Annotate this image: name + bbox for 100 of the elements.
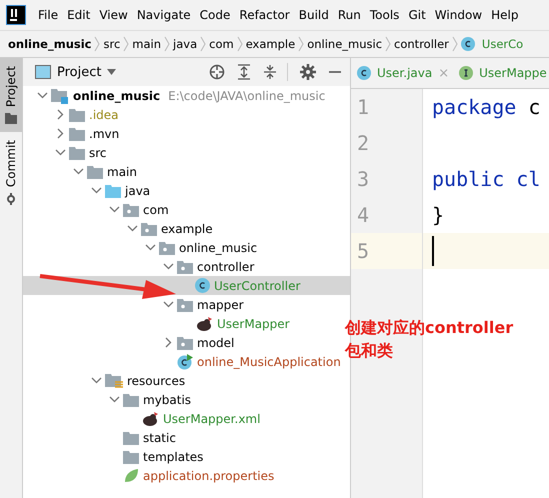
- chevron-down-icon[interactable]: [36, 92, 48, 99]
- package-icon: [177, 336, 193, 350]
- tree-item-label: mybatis: [143, 392, 192, 406]
- line-number: 2: [351, 125, 423, 161]
- tree-item-label: UserMapper: [217, 316, 290, 330]
- leaf-icon: [123, 468, 139, 484]
- side-tab[interactable]: Project: [0, 58, 22, 132]
- collapse-all-icon[interactable]: [263, 64, 277, 80]
- menu-item[interactable]: Edit: [67, 8, 90, 22]
- tree-row[interactable]: .mvn: [51, 124, 120, 143]
- breadcrumb-item[interactable]: UserCo: [482, 37, 524, 51]
- tree-row[interactable]: com: [105, 200, 169, 219]
- app-logo-icon: [7, 6, 25, 24]
- class-icon: [195, 278, 210, 293]
- chevron-down-icon[interactable]: [72, 168, 84, 175]
- menu-item[interactable]: Git: [408, 8, 426, 22]
- chevron-icon: [236, 36, 243, 52]
- chevron-down-icon[interactable]: [54, 149, 66, 156]
- breadcrumb-item[interactable]: controller: [394, 37, 449, 51]
- chevron-icon: [123, 36, 130, 52]
- expand-all-icon[interactable]: [237, 64, 251, 80]
- package-icon: [141, 222, 157, 236]
- chevron-right-icon[interactable]: [56, 128, 64, 139]
- menu-item[interactable]: Window: [434, 8, 482, 22]
- menu-item[interactable]: Run: [338, 8, 361, 22]
- tree-row[interactable]: online_music E:\code\JAVA\online_music: [33, 86, 326, 105]
- folder-icon: [105, 184, 121, 198]
- tree-item-label: controller: [197, 260, 254, 274]
- menu-item[interactable]: View: [99, 8, 128, 22]
- tree-item-label: online_music: [73, 88, 160, 102]
- chevron-down-icon[interactable]: [108, 396, 120, 403]
- folder-icon: [87, 164, 103, 178]
- tree-item-label: com: [143, 202, 169, 216]
- folder-icon: [69, 146, 85, 160]
- tree-row[interactable]: resources: [87, 371, 186, 390]
- chevron-right-icon[interactable]: [56, 109, 64, 120]
- tree-row[interactable]: UserMapper: [177, 314, 290, 333]
- chevron-down-icon[interactable]: [162, 263, 174, 270]
- breadcrumb-item[interactable]: example: [246, 37, 296, 51]
- package-icon: [177, 298, 193, 312]
- breadcrumb-item[interactable]: com: [209, 37, 234, 51]
- menu-item[interactable]: Refactor: [239, 8, 290, 22]
- tree-item-label: mapper: [197, 298, 244, 312]
- tree-item-label: .mvn: [89, 126, 120, 140]
- menu-item[interactable]: Code: [200, 8, 230, 22]
- tree-row[interactable]: mapper: [159, 295, 244, 314]
- tree-row[interactable]: templates: [105, 447, 204, 466]
- tree-row[interactable]: java: [87, 181, 150, 200]
- resources-folder-icon: [105, 372, 123, 388]
- tree-row[interactable]: example: [123, 219, 213, 238]
- package-icon: [123, 202, 139, 216]
- menu-item[interactable]: Tools: [370, 8, 400, 22]
- breadcrumb-item[interactable]: online_music: [8, 37, 92, 51]
- package-icon: [159, 240, 175, 254]
- folder-icon: [123, 392, 139, 406]
- target-icon[interactable]: [209, 64, 225, 80]
- chevron-down-icon[interactable]: [162, 301, 174, 308]
- folder-icon: [123, 430, 139, 444]
- tree-row[interactable]: UserMapper.xml: [123, 409, 260, 428]
- breadcrumb-item[interactable]: online_music: [307, 37, 382, 51]
- tree-row[interactable]: controller: [159, 257, 254, 276]
- code-line: public cl: [432, 167, 540, 191]
- class-icon: [177, 354, 193, 370]
- breadcrumb-item[interactable]: main: [132, 37, 162, 51]
- tree-row[interactable]: application.properties: [105, 466, 274, 485]
- dropdown-icon[interactable]: [107, 69, 116, 75]
- side-tab[interactable]: Commit: [0, 132, 22, 214]
- chevron-down-icon[interactable]: [126, 225, 138, 232]
- class-icon: [357, 66, 371, 80]
- breadcrumb-item[interactable]: java: [173, 37, 198, 51]
- menu-item[interactable]: Navigate: [136, 8, 191, 22]
- chevron-down-icon[interactable]: [108, 206, 120, 213]
- tree-row[interactable]: static: [105, 428, 176, 447]
- settings-icon[interactable]: [300, 64, 316, 80]
- tree-row[interactable]: model: [159, 333, 234, 352]
- tree-item-label: UserController: [214, 278, 300, 292]
- editor-tab[interactable]: User.java ×: [357, 58, 450, 88]
- annotation-text: 创建对应的controller 包和类: [345, 317, 514, 362]
- folder-icon: [69, 108, 85, 122]
- tree-row[interactable]: online_music: [141, 238, 258, 257]
- tree-row[interactable]: src: [51, 143, 107, 162]
- menu-item[interactable]: File: [38, 8, 58, 22]
- menu-item[interactable]: Build: [298, 8, 329, 22]
- window-icon: [35, 65, 51, 79]
- chevron-icon: [164, 36, 170, 52]
- menu-item[interactable]: Help: [491, 8, 518, 22]
- breadcrumb-item[interactable]: src: [103, 37, 120, 51]
- tree-row[interactable]: online_MusicApplication: [159, 352, 341, 371]
- tree-item-label: java: [125, 184, 150, 198]
- chevron-down-icon[interactable]: [144, 244, 156, 251]
- chevron-icon: [452, 36, 458, 52]
- tree-item-label: src: [89, 146, 107, 160]
- tree-row[interactable]: main: [69, 162, 137, 181]
- tree-row[interactable]: mybatis: [105, 390, 192, 409]
- chevron-down-icon[interactable]: [90, 377, 102, 384]
- chevron-right-icon[interactable]: [164, 337, 172, 348]
- editor-tab[interactable]: UserMappe: [459, 58, 547, 88]
- panel-title[interactable]: Project: [57, 64, 102, 80]
- tree-item-label: static: [143, 430, 176, 444]
- chevron-down-icon[interactable]: [90, 187, 102, 194]
